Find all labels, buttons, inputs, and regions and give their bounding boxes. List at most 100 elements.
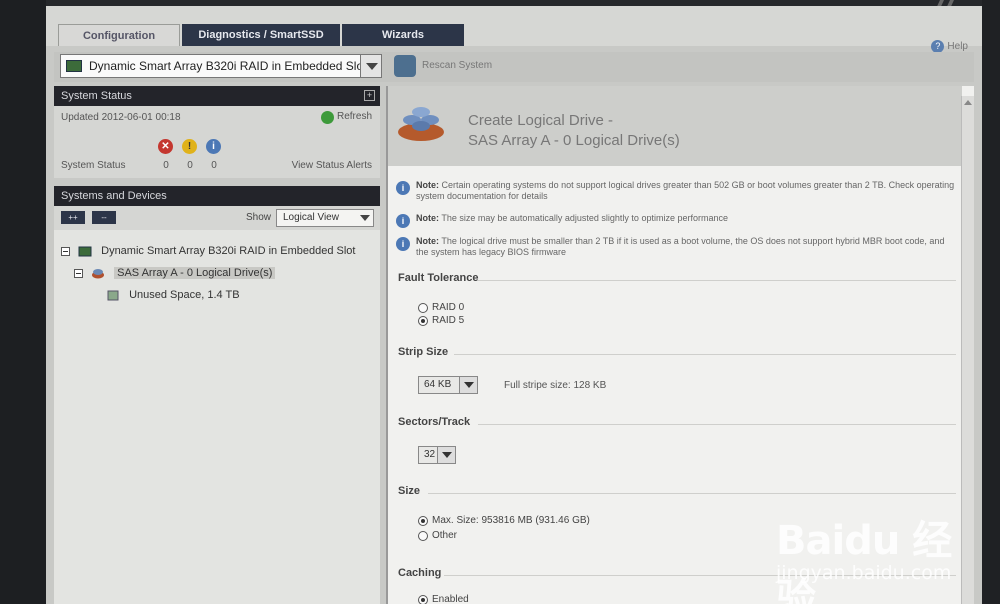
max-size-label: Max. Size: 953816 MB (931.46 GB) xyxy=(432,515,590,526)
note-1: i Note: Certain operating systems do not… xyxy=(396,180,956,202)
watermark-url: jingyan.baidu.com xyxy=(776,562,952,584)
error-count: 0 xyxy=(163,160,169,171)
info-icon: i xyxy=(396,214,410,228)
view-select[interactable]: Logical View xyxy=(276,209,374,227)
left-panel: System Status + Updated 2012-06-01 00:18… xyxy=(54,86,380,604)
refresh-button[interactable]: Refresh xyxy=(320,111,372,124)
tree-label-controller: Dynamic Smart Array B320i RAID in Embedd… xyxy=(101,245,356,257)
radio-circle xyxy=(418,516,428,526)
systems-devices-title: Systems and Devices xyxy=(61,190,167,202)
system-status-panel: Updated 2012-06-01 00:18 Refresh ✕ ! i S… xyxy=(54,106,380,178)
tab-bar: Configuration Diagnostics / SmartSSD Wiz… xyxy=(46,6,982,53)
monitor-bezel-right xyxy=(982,0,1000,604)
strip-size-select[interactable]: 64 KB xyxy=(418,376,478,394)
full-stripe-size: Full stripe size: 128 KB xyxy=(504,380,607,391)
view-status-alerts-link[interactable]: View Status Alerts xyxy=(292,160,372,171)
updated-timestamp: Updated 2012-06-01 00:18 xyxy=(61,112,181,123)
note-prefix: Note: xyxy=(416,213,439,223)
tree-node-array[interactable]: SAS Array A - 0 Logical Drive(s) xyxy=(74,264,276,282)
controller-icon xyxy=(66,60,82,72)
scroll-up-icon[interactable] xyxy=(964,100,972,105)
info-icon: i xyxy=(396,181,410,195)
note-text: The size may be automatically adjusted s… xyxy=(441,213,728,223)
caching-enabled-label: Enabled xyxy=(432,594,469,604)
note-text: The logical drive must be smaller than 2… xyxy=(416,236,945,257)
info-icon: i xyxy=(206,139,221,154)
chevron-down-icon xyxy=(459,377,477,393)
raid5-label: RAID 5 xyxy=(432,315,465,326)
divider xyxy=(428,493,956,494)
unused-space-icon xyxy=(107,290,119,301)
tree-label-array: SAS Array A - 0 Logical Drive(s) xyxy=(114,267,276,279)
page-title: Create Logical Drive - xyxy=(468,112,614,129)
note-prefix: Note: xyxy=(416,180,439,190)
show-label: Show xyxy=(246,212,272,223)
watermark-brand: Baidu 经验 xyxy=(776,518,952,604)
system-status-label: System Status xyxy=(61,160,126,171)
collapse-panel-icon[interactable]: + xyxy=(364,90,375,101)
tab-configuration[interactable]: Configuration xyxy=(58,24,180,46)
page-subtitle: SAS Array A - 0 Logical Drive(s) xyxy=(468,132,680,149)
tab-diagnostics[interactable]: Diagnostics / SmartSSD xyxy=(182,24,340,46)
collapse-toggle-icon[interactable] xyxy=(74,268,83,278)
radio-circle xyxy=(418,316,428,326)
note-2: i Note: The size may be automatically ad… xyxy=(396,213,956,228)
size-label: Size xyxy=(398,485,421,497)
controller-icon xyxy=(78,246,92,257)
controller-select[interactable]: Dynamic Smart Array B320i RAID in Embedd… xyxy=(60,54,380,78)
tree-node-controller[interactable]: Dynamic Smart Array B320i RAID in Embedd… xyxy=(61,242,355,260)
sectors-track-value: 32 xyxy=(424,449,436,460)
raid5-radio[interactable]: RAID 5 xyxy=(418,315,464,329)
max-size-radio[interactable]: Max. Size: 953816 MB (931.46 GB) xyxy=(418,515,590,529)
panel-gap xyxy=(54,178,380,186)
tree-label-unused-space: Unused Space, 1.4 TB xyxy=(129,289,240,301)
radio-circle xyxy=(418,595,428,604)
raid0-label: RAID 0 xyxy=(432,302,465,313)
error-icon: ✕ xyxy=(158,139,173,154)
expand-all-button[interactable]: ++ xyxy=(61,211,85,224)
device-tree: Dynamic Smart Array B320i RAID in Embedd… xyxy=(54,230,380,604)
tree-node-unused-space[interactable]: Unused Space, 1.4 TB xyxy=(106,286,240,304)
systems-devices-toolbar: ++ -- Show Logical View xyxy=(54,206,380,230)
caching-enabled-radio[interactable]: Enabled xyxy=(418,594,469,604)
radio-circle xyxy=(418,531,428,541)
sectors-track-select[interactable]: 32 xyxy=(418,446,456,464)
collapse-toggle-icon[interactable] xyxy=(61,246,70,256)
divider xyxy=(478,280,956,281)
strip-size-label: Strip Size xyxy=(398,346,449,358)
fault-tolerance-label: Fault Tolerance xyxy=(398,272,479,284)
controller-select-value: Dynamic Smart Array B320i RAID in Embedd… xyxy=(89,59,367,73)
radio-circle xyxy=(418,303,428,313)
other-size-label: Other xyxy=(432,530,458,541)
main-header: Create Logical Drive - SAS Array A - 0 L… xyxy=(388,86,962,166)
note-3: i Note: The logical drive must be smalle… xyxy=(396,236,956,258)
divider xyxy=(454,354,956,355)
info-icon: i xyxy=(396,237,410,251)
collapse-all-button[interactable]: -- xyxy=(92,211,116,224)
info-count: 0 xyxy=(211,160,217,171)
chevron-down-icon xyxy=(437,447,455,463)
warning-icon: ! xyxy=(182,139,197,154)
refresh-icon xyxy=(320,111,334,124)
other-size-radio[interactable]: Other xyxy=(418,530,457,544)
help-label: Help xyxy=(947,41,968,52)
array-icon xyxy=(398,107,444,141)
baidu-watermark: Baidu 经验 jingyan.baidu.com xyxy=(776,504,976,604)
sectors-track-label: Sectors/Track xyxy=(398,416,471,428)
monitor-bezel-left xyxy=(0,0,46,604)
raid0-radio[interactable]: RAID 0 xyxy=(418,302,464,316)
refresh-label: Refresh xyxy=(336,111,372,122)
rescan-system-button[interactable]: Rescan System xyxy=(394,54,492,78)
caching-label: Caching xyxy=(398,567,442,579)
rescan-icon xyxy=(394,55,416,77)
controller-dropdown-button[interactable] xyxy=(360,54,382,78)
strip-size-value: 64 KB xyxy=(424,379,452,390)
array-icon xyxy=(92,268,105,279)
tab-wizards[interactable]: Wizards xyxy=(342,24,464,46)
system-status-header: System Status + xyxy=(54,86,380,106)
controller-toolbar: Dynamic Smart Array B320i RAID in Embedd… xyxy=(54,52,974,82)
divider xyxy=(478,424,956,425)
systems-devices-header: Systems and Devices xyxy=(54,186,380,206)
note-prefix: Note: xyxy=(416,236,439,246)
warning-count: 0 xyxy=(187,160,193,171)
